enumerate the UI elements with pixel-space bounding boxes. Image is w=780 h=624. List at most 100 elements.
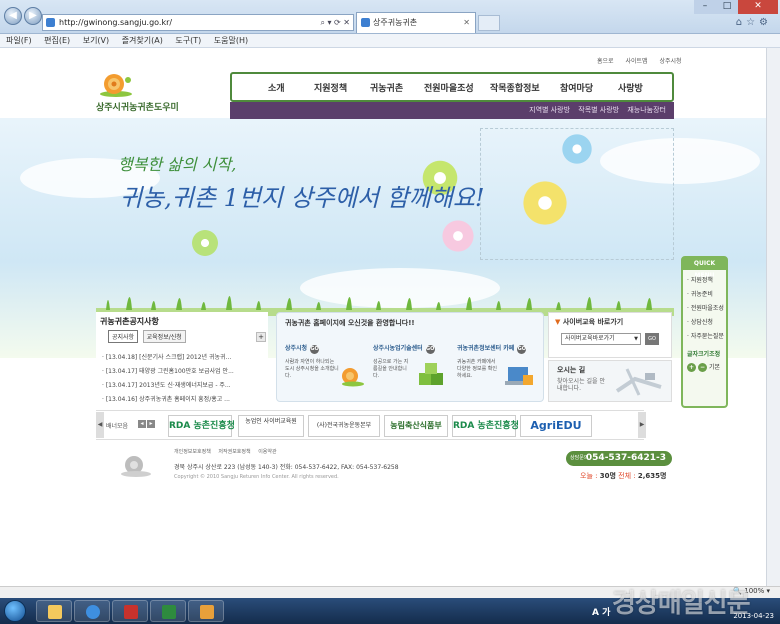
list-item[interactable]: · [13.04.17] 2013년도 신·재생에너지보급 - 주... [102,380,264,389]
card-agri-title: 상주시농업기술센터 [373,345,423,352]
vertical-scrollbar[interactable] [766,48,780,588]
shortcut-go-button[interactable]: GO [645,333,659,345]
font-increase-button[interactable]: + [687,363,696,372]
banner-ministry[interactable]: 농림축산식품부 [384,415,448,437]
banner-next-icon[interactable]: ▸ [147,420,155,428]
subnav-talent[interactable]: 재능나눔장터 [627,106,666,114]
menu-view[interactable]: 보기(V) [83,36,109,45]
address-bar[interactable]: http://gwinong.sangju.go.kr/ ⌕ ▾ ⟳ ✕ [42,14,354,31]
notice-list: · [13.04.18] [신문기사 스크랩] 2012년 귀농귀... · [… [102,352,264,408]
ime-indicator[interactable]: A 가 [592,605,610,618]
directions-desc: 찾아오시는 길을 안내합니다. [557,378,605,392]
taskbar-pdf[interactable] [112,600,148,622]
card-cityhall[interactable]: 상주시청 GO 사람과 자연이 하나되는 도시 상주시청을 소개합니다. [285,343,369,399]
site-logo[interactable]: 상주시귀농귀촌도우미 [96,70,206,116]
notice-more-button[interactable]: + [256,332,266,342]
forward-button[interactable]: ▶ [24,7,42,25]
sub-navigation: 지역별 사랑방 작목별 사랑방 재능나눔장터 [230,102,674,119]
tab-education[interactable]: 교육정보/신청 [142,330,186,343]
quick-item-consult[interactable]: · 상담신청 [687,317,723,326]
banner-agriedu[interactable]: AgriEDU [520,415,592,437]
banner-prev-icon[interactable]: ◂ [138,420,146,428]
utility-links: 홈으로 사이트맵 상주시청 [592,56,687,65]
subnav-region[interactable]: 지역별 사랑방 [529,106,570,114]
minimize-button[interactable]: – [694,0,716,14]
contact-label: 상담문의 [570,455,589,461]
directions-box[interactable]: 오시는 길 찾아오시는 길을 안내합니다. [548,360,672,402]
privacy-link[interactable]: 개인정보보호정책 [174,449,211,455]
banner-strip: 배너모음 ◂ ▸ RDA 농촌진흥청 농업인 사이버교육원 (사)전국귀농운동본부… [96,410,644,440]
web-page: 홈으로 사이트맵 상주시청 상주시귀농귀촌도우미 소개 지원정책 귀농귀촌 전원… [0,48,780,598]
site-favicon-icon [46,18,55,27]
menu-favorites[interactable]: 즐겨찾기(A) [122,36,163,45]
banner-national-return[interactable]: (사)전국귀농운동본부 [308,415,380,437]
hero-slogan-line2: 귀농,귀촌 1번지 상주에서 함께해요! [120,184,485,212]
font-decrease-button[interactable]: − [698,363,707,372]
boxes-icon [419,363,443,385]
list-item[interactable]: · [13.04.16] 상주귀농귀촌 홈페이지 흥정/홍고 ... [102,394,264,403]
welcome-title: 귀농귀촌 홈페이지에 오신것을 환영합니다!! [285,319,415,327]
footer-copyright: Copyright © 2010 Sangju Returen Info Cen… [174,474,339,480]
search-refresh-icon[interactable]: ⌕ ▾ ⟳ ✕ [320,15,350,30]
quick-item-support[interactable]: · 지원정책 [687,275,723,284]
menu-file[interactable]: 파일(F) [6,36,32,45]
menu-tools[interactable]: 도구(T) [175,36,201,45]
taskbar-ie[interactable] [74,600,110,622]
maximize-button[interactable]: □ [716,0,738,14]
gnb-participation[interactable]: 참여마당 [560,81,593,94]
start-button[interactable] [4,600,26,622]
welcome-panel: 귀농귀촌 홈페이지에 오신것을 환영합니다!! 상주시청 GO 사람과 자연이 하… [276,312,544,402]
card-cityhall-desc: 사람과 자연이 하나되는 도시 상주시청을 소개합니다. [285,359,339,379]
home-star-gear-icons[interactable]: ⌂☆⚙ [736,17,772,28]
subnav-crop[interactable]: 작목별 사랑방 [578,106,619,114]
copyright-policy-link[interactable]: 저작권보호정책 [218,449,250,455]
go-icon[interactable]: GO [517,345,527,354]
quick-item-village[interactable]: · 전원마을조성 [687,303,724,312]
banner-rda-2[interactable]: RDA 농촌진흥청 [452,415,519,437]
taskbar-app[interactable] [188,600,224,622]
gnb-support-policy[interactable]: 지원정책 [314,81,347,94]
quick-item-prepare[interactable]: · 귀농준비 [687,289,723,298]
menu-help[interactable]: 도움말(H) [214,36,248,45]
list-item[interactable]: · [13.04.17] 태양광 그린홈100만호 보급사업 안... [102,366,264,375]
decor-flower [440,218,476,254]
menu-bar: 파일(F) 편집(E) 보기(V) 즐겨찾기(A) 도구(T) 도움말(H) [0,34,780,48]
tab-notice[interactable]: 공지사항 [108,330,139,343]
arrow-down-icon: ▼ [555,318,561,326]
font-reset-button[interactable]: 기본 [709,364,720,371]
menu-edit[interactable]: 편집(E) [44,36,70,45]
gnb-lounge[interactable]: 사랑방 [618,81,643,94]
close-window-button[interactable]: ✕ [738,0,778,14]
util-home-link[interactable]: 홈으로 [597,58,614,65]
gnb-return-farm[interactable]: 귀농귀촌 [370,81,403,94]
browser-tab[interactable]: 상주귀농귀촌 ✕ [356,12,476,33]
close-tab-icon[interactable]: ✕ [463,13,470,32]
card-agri-center[interactable]: 상주시농업기술센터 GO 성공으로 가는 지름길을 안내합니다. [373,343,457,399]
taskbar-explorer[interactable] [36,600,72,622]
new-tab-button[interactable] [478,15,500,31]
terms-link[interactable]: 이용약관 [258,449,276,455]
taskbar-excel[interactable] [150,600,186,622]
laptop-icon [505,367,533,385]
util-cityhall-link[interactable]: 상주시청 [660,58,682,65]
util-sitemap-link[interactable]: 사이트맵 [625,58,647,65]
back-button[interactable]: ◀ [4,7,22,25]
card-cafe-title: 귀농귀촌정보센터 카페 [457,345,515,352]
gnb-crop-info[interactable]: 작목종합정보 [490,81,540,94]
go-icon[interactable]: GO [425,345,435,354]
banner-cyber-edu[interactable]: 농업인 사이버교육원 [238,415,304,437]
decor-flower [520,178,570,228]
visitor-counter: 오늘 : 30명 전체 : 2,635명 [580,471,666,481]
banner-rda[interactable]: RDA 농촌진흥청 [168,415,235,437]
quick-item-faq[interactable]: · 자주묻는질문 [687,331,724,340]
quick-menu: QUICK MENU · 지원정책 · 귀농준비 · 전원마을조성 · 상담신청… [681,256,728,408]
cyber-edu-select[interactable]: 사이버교육바로가기 [561,333,641,345]
list-item[interactable]: · [13.04.18] [신문기사 스크랩] 2012년 귀농귀... [102,352,264,361]
shortcut-title: 사이버교육 바로가기 [562,318,624,326]
banner-label: 배너모음 [106,423,129,430]
card-info-cafe[interactable]: 귀농귀촌정보센터 카페 GO 귀농귀촌 카페에서 다양한 정보를 확인하세요. [457,343,541,399]
tab-favicon-icon [361,18,370,27]
gnb-village[interactable]: 전원마을조성 [424,81,474,94]
gnb-intro[interactable]: 소개 [268,81,285,94]
go-icon[interactable]: GO [310,345,320,354]
